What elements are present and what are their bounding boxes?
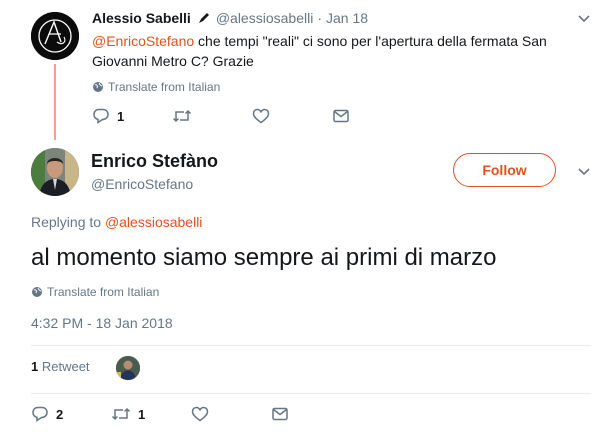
main-retweet-count: 1: [138, 406, 146, 422]
replying-to: Replying to @alessiosabelli: [31, 214, 202, 230]
direct-message-icon: [271, 406, 289, 422]
like-icon: [191, 406, 209, 422]
thread-connector: [54, 64, 56, 140]
follow-button[interactable]: Follow: [453, 153, 556, 187]
pen-icon: [197, 11, 211, 25]
main-translate-link[interactable]: Translate from Italian: [31, 285, 159, 299]
parent-avatar[interactable]: [31, 12, 79, 60]
caret-down-icon[interactable]: [576, 13, 592, 25]
parent-retweet-button[interactable]: [172, 108, 252, 124]
caret-down-icon[interactable]: [576, 166, 592, 178]
parent-mention[interactable]: @EnricoStefano: [92, 33, 194, 49]
main-reply-count: 2: [56, 406, 64, 422]
main-reply-button[interactable]: 2: [31, 406, 111, 422]
replying-mention[interactable]: @alessiosabelli: [105, 214, 202, 230]
main-dm-button[interactable]: [271, 406, 289, 422]
replying-prefix: Replying to: [31, 214, 105, 230]
parent-translate-link[interactable]: Translate from Italian: [92, 80, 220, 94]
parent-like-button[interactable]: [252, 108, 332, 124]
globe-icon: [31, 286, 47, 298]
parent-reply-button[interactable]: 1: [92, 108, 172, 124]
retweeter-avatar[interactable]: [116, 356, 140, 380]
parent-author-name[interactable]: Alessio Sabelli: [92, 10, 191, 26]
main-author-name[interactable]: Enrico Stefàno: [91, 151, 218, 172]
tweet-timestamp[interactable]: 4:32 PM - 18 Jan 2018: [31, 315, 173, 331]
main-translate-label: Translate from Italian: [47, 285, 160, 299]
parent-tweet-header: Alessio Sabelli @alessiosabelli · Jan 18: [92, 10, 368, 26]
main-tweet-text: al momento siamo sempre ai primi di marz…: [31, 244, 497, 271]
header-separator: ·: [317, 10, 322, 26]
reply-icon: [31, 406, 49, 422]
main-avatar[interactable]: [31, 148, 79, 196]
main-actions: 2 1: [31, 406, 289, 422]
divider: [31, 345, 591, 346]
main-retweet-button[interactable]: 1: [111, 406, 191, 422]
parent-dm-button[interactable]: [332, 108, 350, 124]
globe-icon: [92, 81, 108, 93]
parent-translate-label: Translate from Italian: [108, 80, 221, 94]
direct-message-icon: [332, 108, 350, 124]
parent-tweet-date[interactable]: Jan 18: [326, 10, 368, 26]
parent-tweet-text: @EnricoStefano che tempi "reali" ci sono…: [92, 31, 562, 71]
reply-icon: [92, 108, 110, 124]
retweet-icon: [111, 406, 131, 422]
retweet-stats[interactable]: 1 Retweet: [31, 359, 90, 374]
parent-author-handle[interactable]: @alessiosabelli: [216, 10, 313, 26]
like-icon: [252, 108, 270, 124]
main-like-button[interactable]: [191, 406, 271, 422]
retweet-stat-label: Retweet: [38, 359, 90, 374]
parent-reply-count: 1: [117, 108, 125, 124]
parent-actions: 1: [92, 108, 350, 124]
divider: [31, 393, 591, 394]
retweet-icon: [172, 108, 192, 124]
main-author-handle[interactable]: @EnricoStefano: [91, 176, 193, 192]
